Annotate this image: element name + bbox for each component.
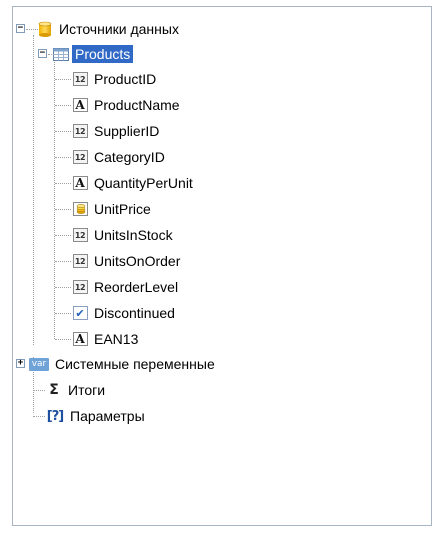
integer-field-icon: 12 — [72, 279, 88, 295]
tree-line — [33, 35, 34, 345]
collapse-icon[interactable]: − — [16, 24, 25, 33]
field-label: ProductID — [94, 71, 157, 87]
field-label: UnitsInStock — [94, 227, 173, 243]
field-label: Discontinued — [94, 305, 175, 321]
tree-node-field[interactable]: A EAN13 — [55, 328, 138, 350]
integer-field-icon: 12 — [72, 123, 88, 139]
field-label: UnitPrice — [94, 201, 151, 217]
tree-node-field[interactable]: A ProductName — [55, 94, 180, 116]
field-label: QuantityPerUnit — [94, 175, 193, 191]
integer-field-icon: 12 — [72, 227, 88, 243]
integer-field-icon: 12 — [72, 149, 88, 165]
sum-icon: Σ — [49, 382, 59, 398]
tree-node-parameters[interactable]: [?] Параметры — [33, 405, 145, 427]
tree-node-field[interactable]: ✔ Discontinued — [55, 302, 175, 324]
parameter-icon: [?] — [46, 408, 64, 424]
database-icon — [37, 21, 53, 37]
tree-node-field[interactable]: 12 UnitsInStock — [55, 224, 173, 246]
boolean-field-icon: ✔ — [72, 305, 88, 321]
field-label: SupplierID — [94, 123, 160, 139]
field-label: ProductName — [94, 97, 180, 113]
variable-icon: var — [29, 356, 49, 372]
tree-node-totals[interactable]: Σ Итоги — [33, 379, 105, 401]
expand-icon[interactable]: + — [16, 359, 25, 368]
tree-node-data-sources[interactable]: − Источники данных — [16, 18, 179, 40]
money-field-icon — [72, 201, 88, 217]
products-label: Products — [72, 45, 134, 63]
field-label: ReorderLevel — [94, 279, 179, 295]
tree-node-field[interactable]: UnitPrice — [55, 198, 151, 220]
string-field-icon: A — [72, 331, 88, 347]
field-label: EAN13 — [94, 331, 139, 347]
field-label: CategoryID — [94, 149, 165, 165]
integer-field-icon: 12 — [72, 71, 88, 87]
tree-node-field[interactable]: 12 ReorderLevel — [55, 276, 178, 298]
data-sources-label: Источники данных — [59, 21, 179, 37]
string-field-icon: A — [72, 175, 88, 191]
parameters-label: Параметры — [70, 408, 145, 424]
string-field-icon: A — [72, 97, 88, 113]
totals-label: Итоги — [68, 382, 106, 398]
table-icon — [53, 46, 69, 62]
tree-node-products[interactable]: − Products — [38, 43, 134, 65]
system-variables-label: Системные переменные — [55, 356, 215, 372]
field-label: UnitsOnOrder — [94, 253, 181, 269]
integer-field-icon: 12 — [72, 253, 88, 269]
tree-node-field[interactable]: 12 SupplierID — [55, 120, 159, 142]
tree-node-field[interactable]: A QuantityPerUnit — [55, 172, 193, 194]
tree-node-field[interactable]: 12 CategoryID — [55, 146, 165, 168]
tree-node-field[interactable]: 12 ProductID — [55, 68, 156, 90]
tree-node-system-variables[interactable]: + var Системные переменные — [16, 353, 215, 375]
data-tree-panel: − Источники данных − Products 12 Product… — [12, 6, 432, 526]
tree-node-field[interactable]: 12 UnitsOnOrder — [55, 250, 180, 272]
collapse-icon[interactable]: − — [38, 49, 47, 58]
